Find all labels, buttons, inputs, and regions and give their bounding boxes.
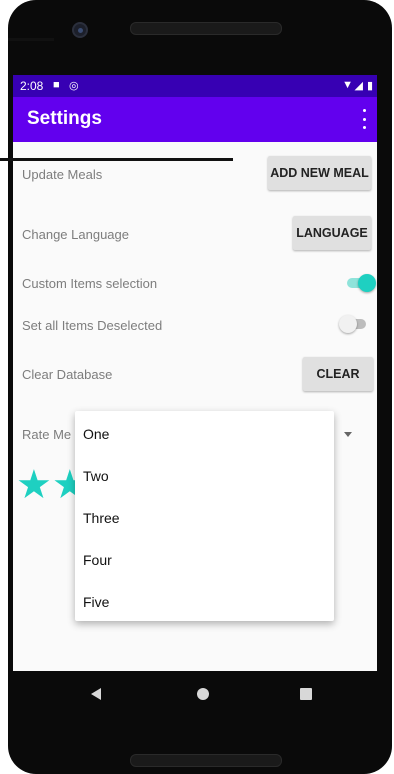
clear-database-label: Clear Database — [22, 367, 113, 382]
dropdown-option-three[interactable]: Three — [83, 510, 120, 526]
deselect-all-label: Set all Items Deselected — [22, 318, 163, 333]
app-bar: Settings — [13, 97, 377, 142]
frame-edge — [8, 38, 54, 41]
rating-dropdown: One Two Three Four Five — [75, 411, 334, 621]
custom-items-switch[interactable] — [346, 273, 376, 293]
app-screen: 2:08 ■ ◎ ▼ ◢ ▮ Settings Update Meals ADD… — [13, 75, 377, 671]
status-bar: 2:08 ■ ◎ ▼ ◢ ▮ — [13, 75, 377, 97]
battery-icon: ▮ — [366, 80, 373, 92]
clear-button[interactable]: CLEAR — [303, 357, 373, 391]
home-icon[interactable] — [197, 688, 209, 700]
signal-icon: ◢ — [354, 80, 363, 92]
speaker-grille — [130, 22, 282, 35]
speaker-grille-bottom — [130, 754, 282, 767]
recent-apps-icon[interactable] — [300, 688, 312, 700]
overlay-line — [0, 158, 233, 161]
star-icon[interactable]: ★ — [16, 463, 52, 507]
navigation-bar — [13, 671, 377, 719]
update-meals-label: Update Meals — [22, 167, 103, 182]
dropdown-option-five[interactable]: Five — [83, 594, 109, 610]
dropdown-option-one[interactable]: One — [83, 426, 109, 442]
chevron-down-icon[interactable] — [344, 432, 352, 437]
notification-icon: ■ — [53, 79, 60, 91]
deselect-all-switch[interactable] — [339, 314, 369, 334]
custom-items-label: Custom Items selection — [22, 276, 158, 291]
dropdown-option-two[interactable]: Two — [83, 468, 109, 484]
back-icon[interactable] — [91, 688, 101, 700]
add-new-meal-button[interactable]: ADD NEW MEAL — [268, 156, 371, 190]
language-button[interactable]: LANGUAGE — [293, 216, 371, 250]
sync-icon: ◎ — [69, 80, 79, 92]
status-time: 2:08 — [20, 79, 44, 93]
more-options-icon[interactable] — [359, 109, 369, 129]
dropdown-option-four[interactable]: Four — [83, 552, 112, 568]
page-title: Settings — [27, 108, 102, 129]
rate-me-label: Rate Me — [22, 427, 72, 442]
camera-icon — [72, 22, 88, 38]
change-language-label: Change Language — [22, 227, 129, 242]
wifi-icon: ▼ — [342, 79, 353, 91]
